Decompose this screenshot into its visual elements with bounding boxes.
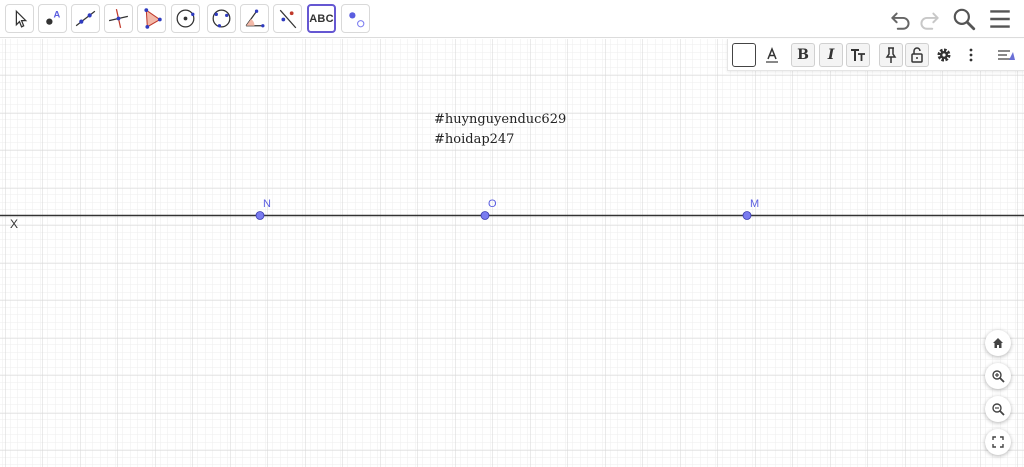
circle-center-point-icon — [176, 9, 195, 28]
lock-button[interactable] — [905, 43, 929, 67]
pin-icon — [885, 47, 897, 63]
grid — [0, 39, 1024, 467]
zoom-in-button[interactable] — [985, 363, 1011, 389]
text-color-button[interactable] — [760, 43, 784, 67]
circle-center-tool-button[interactable] — [171, 4, 200, 33]
home-view-button[interactable] — [985, 330, 1011, 356]
text-tool-button[interactable]: ABC — [307, 4, 336, 33]
point-tool-button[interactable]: A — [38, 4, 67, 33]
point-O[interactable] — [480, 211, 490, 220]
font-size-button[interactable] — [846, 43, 870, 67]
fullscreen-icon — [992, 436, 1004, 448]
point-icon: A — [46, 9, 61, 25]
polygon-icon — [144, 8, 162, 29]
zoom-in-icon — [992, 370, 1005, 383]
point-N[interactable] — [255, 211, 265, 220]
move-tool-button[interactable] — [5, 4, 34, 33]
font-size-icon — [851, 49, 865, 61]
text-line-2: #hoidap247 — [434, 132, 515, 147]
fullscreen-button[interactable] — [985, 429, 1011, 455]
line-tool-button[interactable] — [71, 4, 100, 33]
text-object[interactable]: #huynguyenduc629 #hoidap247 — [434, 110, 566, 150]
arrow-pointer-icon — [15, 9, 28, 28]
point-M[interactable] — [742, 211, 752, 220]
axis-label-x: X — [10, 217, 19, 231]
pin-button[interactable] — [879, 43, 903, 67]
graphics-view[interactable] — [0, 39, 1024, 467]
search-icon — [953, 8, 976, 31]
text-tool-icon: ABC — [309, 12, 334, 25]
perpendicular-line-icon — [108, 8, 129, 29]
redo-icon — [920, 12, 939, 30]
style-bar-toggle-icon — [998, 50, 1015, 60]
text-line-1: #huynguyenduc629 — [434, 112, 567, 127]
more-options-button[interactable] — [959, 43, 983, 67]
hamburger-menu-icon — [990, 10, 1010, 28]
undo-button[interactable] — [887, 6, 915, 32]
point-label-M: M — [750, 198, 760, 210]
main-toolbar: A ABC — [0, 0, 1024, 38]
point-label-N: N — [263, 198, 271, 210]
angle-icon — [245, 9, 265, 28]
angle-tool-button[interactable] — [240, 4, 269, 33]
perpendicular-tool-button[interactable] — [104, 4, 133, 33]
zoom-out-button[interactable] — [985, 396, 1011, 422]
point-label-O: O — [488, 198, 497, 210]
slider-icon — [349, 12, 365, 28]
reflect-line-icon — [279, 9, 297, 29]
redo-button[interactable] — [915, 6, 943, 32]
italic-icon: I — [827, 47, 835, 63]
slider-tool-button[interactable] — [341, 4, 370, 33]
more-vertical-icon — [969, 48, 973, 62]
style-bar: B I — [727, 39, 1024, 71]
line-icon — [75, 10, 96, 27]
reflect-tool-button[interactable] — [273, 4, 302, 33]
circle-three-points-icon — [212, 9, 231, 28]
settings-button[interactable] — [932, 43, 956, 67]
svg-text:A: A — [54, 9, 61, 19]
bold-button[interactable]: B — [791, 43, 815, 67]
zoom-out-icon — [992, 403, 1005, 416]
undo-icon — [891, 12, 910, 30]
home-icon — [993, 338, 1003, 348]
italic-button[interactable]: I — [819, 43, 843, 67]
bold-icon: B — [797, 47, 809, 63]
lock-open-icon — [911, 47, 923, 63]
search-button[interactable] — [950, 6, 978, 32]
background-color-button[interactable] — [732, 43, 756, 67]
text-color-icon — [766, 46, 778, 63]
gear-icon — [937, 48, 951, 62]
polygon-tool-button[interactable] — [137, 4, 166, 33]
circle-three-points-tool-button[interactable] — [207, 4, 236, 33]
main-menu-button[interactable] — [986, 6, 1014, 32]
toggle-style-bar-button[interactable] — [994, 43, 1018, 67]
